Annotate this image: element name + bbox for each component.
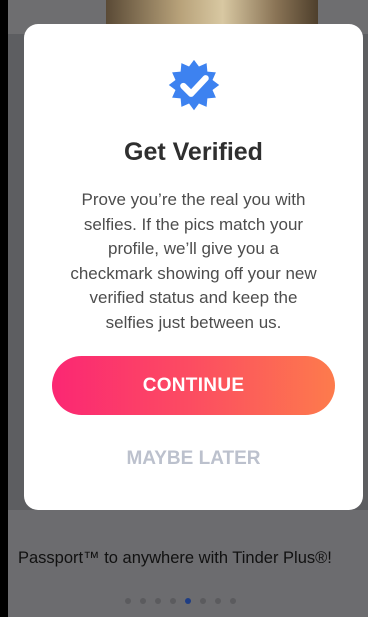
description-line: checkmark showing off your new [70,263,317,283]
carousel-dot[interactable] [200,598,206,604]
carousel-dot[interactable] [215,598,221,604]
get-verified-dialog: Get Verified Prove you’re the real you w… [24,24,363,510]
description-line: selfies. If the pics match your [83,214,304,234]
carousel-dot[interactable] [170,598,176,604]
carousel-dot[interactable] [125,598,131,604]
dialog-description: Prove you’re the real you with selfies. … [56,188,331,335]
description-line: selfies just between us. [105,312,282,332]
description-line: verified status and keep the [89,288,298,307]
carousel-dots [125,598,236,604]
description-line: profile, we’ll give you a [107,239,280,258]
carousel-dot-active[interactable] [185,598,191,604]
continue-button[interactable]: CONTINUE [52,356,335,415]
description-line: Prove you’re the real you with [81,190,306,209]
carousel-dot[interactable] [140,598,146,604]
carousel-dot[interactable] [155,598,161,604]
promo-text: Passport™ to anywhere with Tinder Plus®! [18,549,332,567]
verified-checkmark-badge-icon [168,59,220,111]
dialog-title: Get Verified [124,138,263,166]
carousel-dot[interactable] [230,598,236,604]
maybe-later-button[interactable]: MAYBE LATER [24,445,363,473]
device-frame-edge [0,0,8,617]
